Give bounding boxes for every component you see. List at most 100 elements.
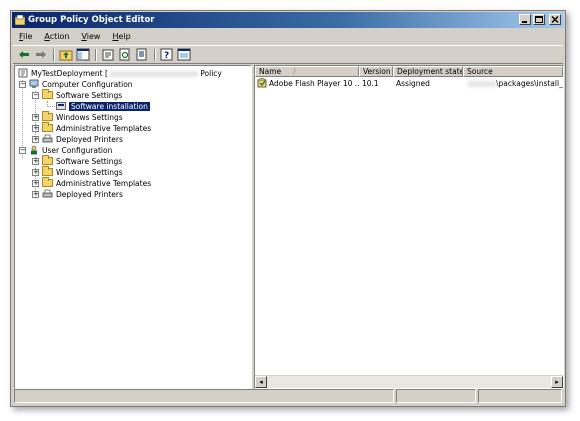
back-arrow-icon — [19, 51, 29, 58]
help-icon: ? — [160, 48, 173, 61]
menu-bar: File Action View Help — [13, 30, 563, 44]
refresh-button[interactable] — [118, 48, 132, 61]
menu-file-label: ile — [23, 32, 33, 41]
maximize-button[interactable] — [533, 14, 545, 25]
column-header-name[interactable]: Name / — [255, 66, 359, 77]
column-header-label: Name — [259, 67, 282, 76]
collapse-icon[interactable]: − — [19, 147, 26, 154]
collapse-icon[interactable]: − — [32, 92, 39, 99]
tree-label: Computer Configuration — [42, 80, 133, 89]
tree-label: Administrative Templates — [56, 124, 152, 133]
svg-text:?: ? — [164, 51, 169, 61]
forward-arrow-icon — [36, 51, 46, 58]
folder-icon — [42, 177, 53, 187]
expand-icon[interactable]: + — [32, 125, 39, 132]
close-button[interactable] — [549, 14, 561, 25]
package-icon — [257, 78, 267, 88]
expand-icon[interactable]: + — [32, 180, 39, 187]
tree-root-suffix: Policy — [200, 69, 222, 78]
status-panel — [478, 389, 562, 403]
table-row[interactable]: Adobe Flash Player 10 ... 10.1 Assigned … — [255, 78, 563, 89]
package-source: \packages\install_f — [496, 79, 563, 88]
toolbar: ? — [13, 45, 563, 64]
tree-label-selected: Software installation — [69, 102, 150, 111]
minimize-icon — [522, 21, 527, 23]
gpo-editor-app-icon — [15, 15, 25, 25]
toolbar-separator — [53, 48, 55, 61]
column-header-version[interactable]: Version — [359, 66, 393, 77]
toolbar-separator — [154, 48, 156, 61]
properties-button[interactable] — [101, 48, 115, 61]
tree-label: Windows Settings — [56, 113, 123, 122]
menu-help-label: elp — [118, 32, 131, 41]
minimize-button[interactable] — [519, 14, 531, 25]
package-name: Adobe Flash Player 10 ... — [269, 79, 359, 88]
expand-icon[interactable]: + — [32, 114, 39, 121]
tree-label: Software Settings — [56, 157, 123, 166]
sort-indicator-icon: / — [293, 67, 296, 76]
folder-icon — [42, 122, 53, 132]
column-header-label: Source — [467, 67, 493, 76]
maximize-icon — [535, 16, 543, 23]
cell-name: Adobe Flash Player 10 ... — [255, 78, 359, 89]
title-bar[interactable]: Group Policy Object Editor — [12, 12, 564, 28]
tree-label: Deployed Printers — [56, 190, 123, 199]
show-hide-tree-icon — [76, 48, 90, 61]
folder-icon — [42, 111, 53, 121]
tree-label: Deployed Printers — [56, 135, 123, 144]
tree-root-label: MyTestDeployment [ — [31, 69, 108, 78]
menu-action-label: ction — [49, 32, 70, 41]
scroll-left-button[interactable]: ◂ — [255, 376, 267, 388]
expand-icon[interactable]: + — [32, 169, 39, 176]
redacted-text — [468, 81, 496, 87]
user-icon — [31, 145, 37, 155]
tree-label: Administrative Templates — [56, 179, 152, 188]
expand-icon[interactable]: + — [32, 136, 39, 143]
refresh-icon — [119, 48, 130, 61]
status-panel — [396, 389, 476, 403]
status-bar — [14, 389, 562, 403]
export-list-button[interactable] — [135, 48, 149, 61]
help-button[interactable]: ? — [160, 48, 174, 61]
up-folder-icon — [59, 50, 73, 61]
tree-label: Windows Settings — [56, 168, 123, 177]
console-icon — [177, 48, 191, 61]
close-icon — [551, 16, 559, 23]
cell-version: 10.1 — [359, 78, 393, 89]
forward-button[interactable] — [34, 48, 48, 61]
expand-icon[interactable]: + — [32, 158, 39, 165]
column-header-deployment-state[interactable]: Deployment state — [393, 66, 463, 77]
back-button[interactable] — [17, 48, 31, 61]
properties-icon — [102, 49, 114, 61]
cell-deployment-state: Assigned — [393, 78, 463, 89]
tree-label: User Configuration — [42, 146, 113, 155]
menu-view-label: iew — [86, 32, 101, 41]
horizontal-scrollbar[interactable]: ◂ ▸ — [255, 375, 563, 388]
console-tree-pane[interactable]: MyTestDeployment [ Policy − Computer Con… — [14, 65, 252, 389]
package-version: 10.1 — [362, 79, 379, 88]
console-button[interactable] — [177, 48, 191, 61]
cell-source: \packages\install_f — [463, 78, 563, 89]
policy-scroll-icon — [18, 68, 28, 78]
software-installation-icon — [56, 102, 66, 110]
deployment-state: Assigned — [396, 79, 430, 88]
folder-open-icon — [42, 89, 53, 99]
menu-help[interactable]: Help — [106, 30, 136, 44]
show-hide-tree-button[interactable] — [76, 48, 90, 61]
details-list-pane[interactable]: Name / Version Deployment state Source A… — [254, 65, 564, 389]
export-list-icon — [136, 48, 147, 61]
gpo-editor-window: Group Policy Object Editor File Action V… — [10, 10, 566, 407]
up-one-level-button[interactable] — [59, 48, 73, 61]
menu-file[interactable]: File — [13, 30, 38, 44]
scroll-right-button[interactable]: ▸ — [551, 376, 563, 388]
tree-connector — [47, 106, 55, 107]
list-header: Name / Version Deployment state Source — [255, 66, 563, 77]
column-header-source[interactable]: Source — [463, 66, 563, 77]
status-panel — [14, 389, 394, 403]
menu-view[interactable]: View — [75, 30, 106, 44]
window-title: Group Policy Object Editor — [28, 15, 155, 25]
collapse-icon[interactable]: − — [19, 81, 26, 88]
expand-icon[interactable]: + — [32, 191, 39, 198]
menu-action[interactable]: Action — [38, 30, 75, 44]
column-header-label: Version — [363, 67, 391, 76]
